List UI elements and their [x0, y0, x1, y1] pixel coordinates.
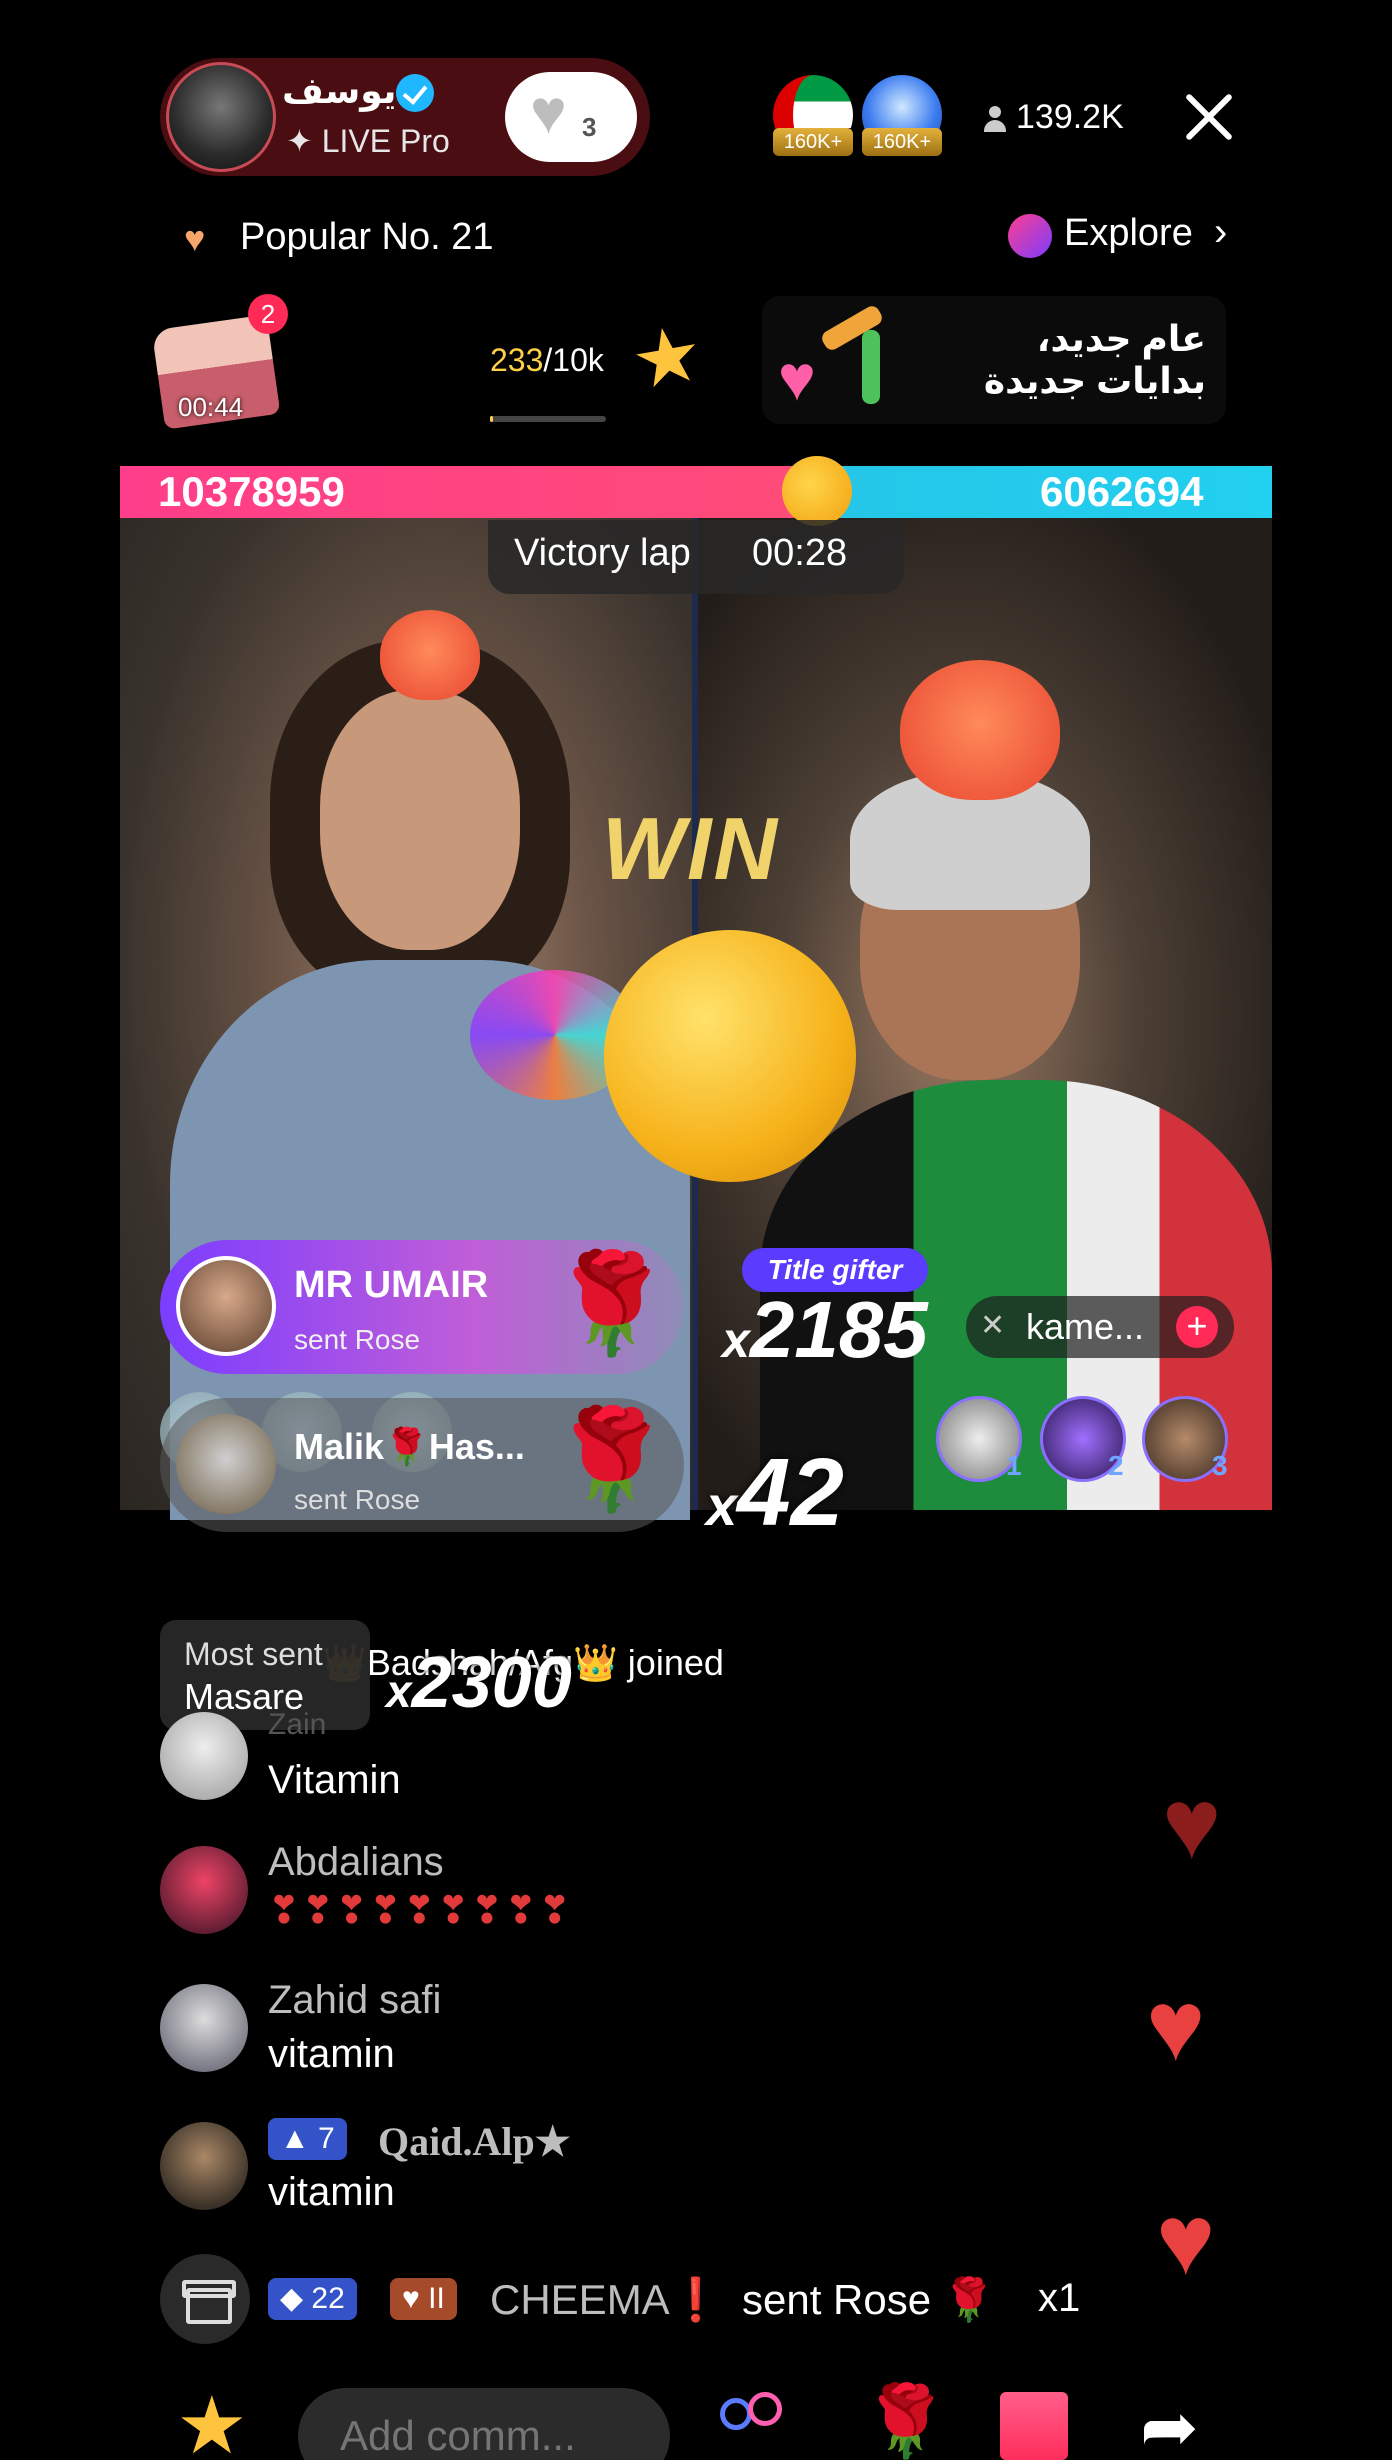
chat-username[interactable]: Zain: [268, 1708, 326, 1742]
person-icon: [984, 106, 1006, 132]
goal-progress-current: 233: [490, 342, 544, 378]
heart-crown-icon: [380, 610, 480, 700]
gift-sender-name: Malik🌹Has...: [294, 1426, 525, 1467]
gift-action: sent Rose 🌹: [742, 2276, 996, 2323]
emoji-face-icon: [604, 930, 856, 1182]
gift-icon: [160, 2254, 250, 2344]
verified-icon: [396, 74, 434, 112]
promo-heart-icon: ♥: [778, 342, 816, 414]
star-icon[interactable]: ★: [176, 2386, 248, 2460]
opponent-name: kame...: [1026, 1306, 1145, 1347]
promo-line-1: عام جديد،: [1036, 318, 1206, 359]
score-left: 10378959: [158, 468, 345, 515]
follow-count: 3: [582, 112, 597, 142]
chat-message: vitamin: [268, 2032, 395, 2076]
goal-progress-bar: [490, 416, 606, 422]
chevron-right-icon: ›: [1214, 210, 1228, 254]
combo-multiplier: x: [722, 1312, 750, 1368]
avatar[interactable]: [176, 1256, 276, 1356]
avatar[interactable]: [160, 2122, 248, 2210]
follow-plus-button[interactable]: +: [1176, 1306, 1218, 1348]
score-right: 6062694: [1040, 468, 1204, 515]
chat-username[interactable]: Abdalians: [268, 1840, 444, 1885]
follow-button[interactable]: [505, 72, 637, 162]
emoji-icon: [782, 456, 852, 526]
goal-progress-total: /10k: [543, 342, 604, 378]
chest-timer: 00:44: [178, 392, 244, 422]
rank-number: 1: [1006, 1450, 1022, 1481]
promo-text: عام جديد، بدايات جديدة: [900, 318, 1206, 402]
chest-badge: 2: [248, 294, 288, 334]
win-label: WIN: [602, 799, 780, 898]
combo-counter: x2300: [386, 1642, 572, 1724]
heart-icon: ♥: [530, 78, 567, 147]
host-name: يوسف: [282, 70, 397, 111]
combo-value: 2185: [749, 1285, 928, 1374]
chat-username[interactable]: CHEEMA❗: [490, 2276, 722, 2325]
planet-icon: [1008, 214, 1052, 258]
comment-input[interactable]: [298, 2388, 670, 2460]
chat-username[interactable]: Qaid.Alp★: [378, 2118, 571, 2165]
star-icon[interactable]: ★: [625, 308, 709, 407]
victory-timer: 00:28: [752, 532, 848, 574]
gifter-badge-2: 160K+: [862, 128, 942, 156]
host-avatar[interactable]: [166, 62, 276, 172]
floating-heart-icon: ♥: [1156, 2184, 1216, 2296]
level-badge: ▲ 7: [268, 2118, 347, 2160]
heart-crown-icon: [900, 660, 1060, 800]
rose-button[interactable]: 🌹: [862, 2386, 949, 2456]
level-badge: ◆ 22: [268, 2278, 357, 2320]
popular-heart-icon: ♥: [184, 218, 206, 259]
fan-badge: ♥ II: [390, 2278, 457, 2320]
victory-label: Victory lap: [514, 532, 691, 574]
rose-icon: 🌹: [550, 1404, 673, 1514]
share-icon[interactable]: ➦: [1140, 2392, 1199, 2460]
avatar[interactable]: [160, 1846, 248, 1934]
combo-value: 42: [737, 1439, 844, 1546]
rose-icon: 🌹: [550, 1248, 673, 1358]
avatar[interactable]: [160, 1712, 248, 1800]
floating-heart-icon: ♥: [1146, 1970, 1206, 2082]
rank-number: 3: [1212, 1450, 1228, 1481]
avatar[interactable]: [176, 1414, 276, 1514]
level-badge-value: 22: [311, 2282, 345, 2315]
close-button[interactable]: [1180, 88, 1236, 144]
level-badge-value: 7: [318, 2122, 335, 2155]
gift-sender-name: MR UMAIR: [294, 1264, 489, 1306]
floating-heart-icon: ♥: [1162, 1768, 1222, 1880]
popular-rank[interactable]: Popular No. 21: [240, 216, 494, 259]
gift-count: x1: [1038, 2276, 1081, 2320]
gift-action: sent Rose: [294, 1324, 421, 1355]
most-sent-label: Most sent: [184, 1636, 323, 1672]
goal-progress-fill: [490, 416, 493, 422]
chat-message: vitamin: [268, 2170, 395, 2214]
fan-badge-value: II: [428, 2282, 445, 2315]
viewer-count[interactable]: 139.2K: [1016, 98, 1124, 137]
bottle-icon: [862, 330, 880, 404]
goal-progress[interactable]: 233/10k: [490, 342, 604, 379]
gifter-badge-1: 160K+: [773, 128, 853, 156]
combo-multiplier: x: [386, 1665, 412, 1717]
chat-message: ❣❣❣❣❣❣❣❣❣: [268, 1890, 573, 1932]
avatar[interactable]: [160, 1984, 248, 2072]
chat-message: Vitamin: [268, 1758, 401, 1802]
host-left-face: [320, 690, 520, 950]
combo-multiplier: x: [706, 1474, 738, 1537]
gift-action: sent Rose: [294, 1484, 421, 1515]
muted-speaker-icon[interactable]: ✕: [980, 1308, 1005, 1343]
combo-counter: x42: [706, 1438, 844, 1548]
explore-button[interactable]: Explore: [1064, 212, 1193, 255]
live-pro-label: ✦ LIVE Pro: [286, 123, 450, 159]
people-icon[interactable]: [712, 2392, 792, 2460]
combo-value: 2300: [411, 1643, 572, 1723]
rank-number: 2: [1108, 1450, 1124, 1481]
promo-line-2: بدايات جديدة: [983, 360, 1206, 401]
chat-username[interactable]: Zahid safi: [268, 1978, 441, 2023]
gift-button[interactable]: [1000, 2392, 1068, 2460]
combo-counter: x2185: [722, 1284, 928, 1376]
